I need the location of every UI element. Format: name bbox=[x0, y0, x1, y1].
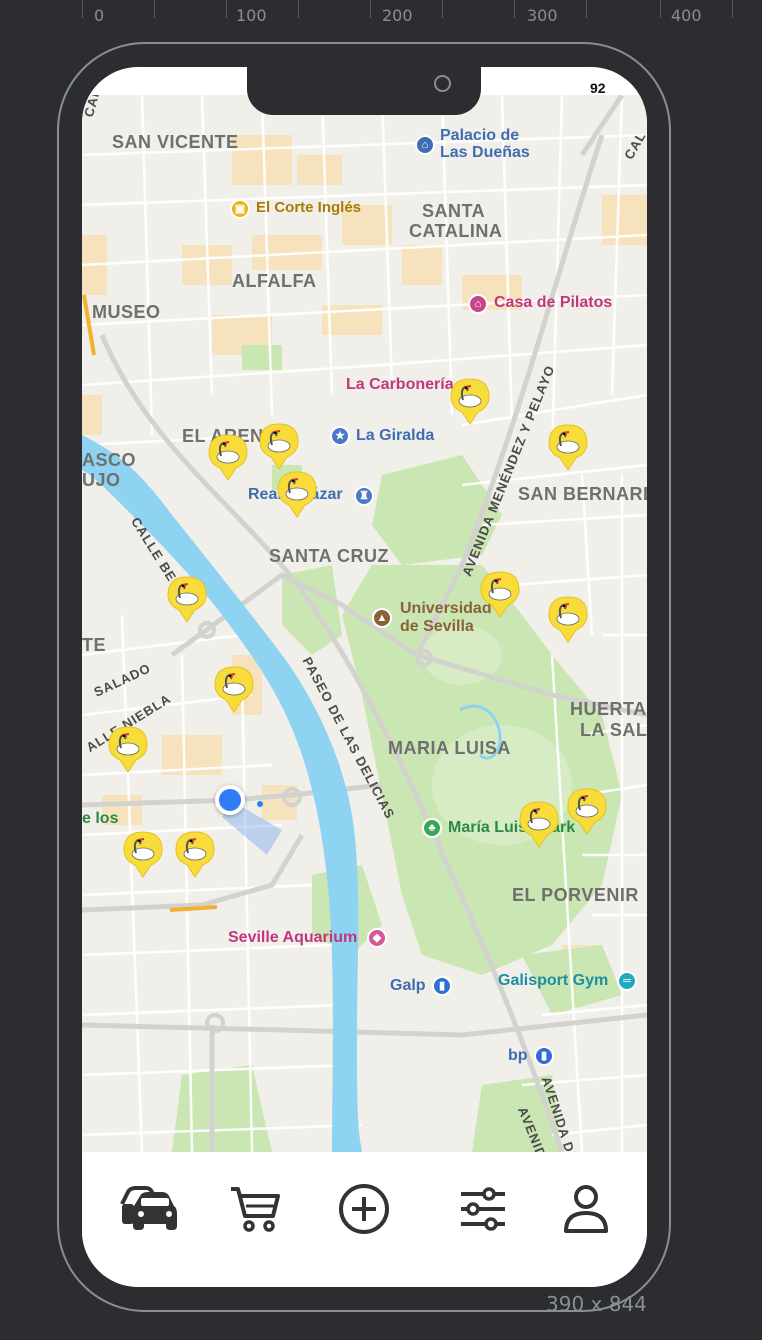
district-label: ASCO bbox=[82, 450, 137, 470]
car-marker[interactable] bbox=[449, 377, 491, 425]
tab-cart[interactable] bbox=[220, 1174, 290, 1244]
ruler-tick bbox=[442, 0, 443, 18]
district-label: SAN VICENTE bbox=[112, 132, 239, 152]
swan-icon bbox=[108, 726, 148, 773]
car-marker[interactable] bbox=[518, 800, 560, 848]
swan-icon bbox=[208, 434, 248, 481]
poi-el-corte-ingles[interactable]: El Corte Inglés bbox=[256, 200, 361, 216]
district-label: HUERTAS bbox=[570, 699, 647, 719]
sliders-icon bbox=[461, 1187, 505, 1231]
device-dimensions: 390 x 844 bbox=[546, 1292, 647, 1316]
swan-icon bbox=[277, 471, 317, 518]
car-marker[interactable] bbox=[566, 787, 608, 835]
district-label: LA SALU bbox=[580, 720, 647, 740]
car-marker[interactable] bbox=[479, 570, 521, 618]
tab-add[interactable] bbox=[329, 1174, 399, 1244]
ruler-tick bbox=[154, 0, 155, 18]
ruler-tick bbox=[226, 0, 227, 18]
car-marker[interactable] bbox=[547, 423, 589, 471]
bottom-tab-bar bbox=[82, 1152, 647, 1287]
shopping-bag-icon: ▣ bbox=[230, 199, 250, 219]
ruler-tick bbox=[732, 0, 733, 18]
district-label: MARIA LUISA bbox=[388, 738, 511, 758]
district-label: SAN BERNARDO bbox=[518, 484, 647, 504]
car-marker[interactable] bbox=[547, 595, 589, 643]
ruler-tick bbox=[660, 0, 661, 18]
poi-la-giralda[interactable]: La Giralda bbox=[356, 427, 434, 445]
car-marker[interactable] bbox=[122, 830, 164, 878]
district-label: SANTA bbox=[422, 201, 486, 221]
district-label: ALFALFA bbox=[232, 271, 317, 291]
tab-filters[interactable] bbox=[448, 1174, 518, 1244]
swan-icon bbox=[175, 831, 215, 878]
swan-icon bbox=[259, 423, 299, 470]
car-marker[interactable] bbox=[174, 830, 216, 878]
car-marker[interactable] bbox=[107, 725, 149, 773]
car-marker[interactable] bbox=[276, 470, 318, 518]
ruler-label: 400 bbox=[671, 6, 702, 25]
ruler-label: 300 bbox=[527, 6, 558, 25]
swan-icon bbox=[519, 801, 559, 848]
car-icon bbox=[120, 1186, 177, 1230]
swan-icon bbox=[123, 831, 163, 878]
camera-icon bbox=[434, 75, 451, 92]
museum-icon: ⌂ bbox=[468, 294, 488, 314]
ruler-tick bbox=[514, 0, 515, 18]
car-marker[interactable] bbox=[207, 433, 249, 481]
gas-station-icon: ▮ bbox=[432, 976, 452, 996]
map-view[interactable]: SAN VICENTE SANTA CATALINA ALFALFA MUSEO… bbox=[82, 95, 647, 1152]
poi-de-sevilla[interactable]: de Sevilla bbox=[400, 618, 474, 636]
ruler-tick bbox=[82, 0, 83, 18]
add-circle-icon bbox=[339, 1184, 389, 1234]
ruler-label: 200 bbox=[382, 6, 413, 25]
gas-station-icon: ▮ bbox=[534, 1046, 554, 1066]
poi-galp[interactable]: Galp bbox=[390, 977, 426, 995]
car-marker[interactable] bbox=[166, 575, 208, 623]
ruler-label: 100 bbox=[236, 6, 267, 25]
poi-palacio-de-las-duenas[interactable]: Palacio de Las Dueñas bbox=[440, 127, 530, 162]
user-icon bbox=[564, 1185, 608, 1233]
tab-profile[interactable] bbox=[551, 1174, 621, 1244]
district-label: CATALINA bbox=[409, 221, 503, 241]
tab-cars[interactable] bbox=[112, 1174, 182, 1244]
car-marker[interactable] bbox=[213, 665, 255, 713]
swan-icon bbox=[548, 596, 588, 643]
fish-icon: ◆ bbox=[367, 928, 387, 948]
poi-casa-de-pilatos[interactable]: Casa de Pilatos bbox=[494, 294, 612, 312]
phone-notch bbox=[247, 67, 481, 115]
district-label: UJO bbox=[82, 470, 121, 490]
palace-icon: ⌂ bbox=[415, 135, 435, 155]
poi-universidad[interactable]: Universidad bbox=[400, 600, 492, 618]
ruler: 0 100 200 300 400 bbox=[0, 0, 762, 28]
ruler-label: 0 bbox=[94, 6, 105, 25]
swan-icon bbox=[548, 424, 588, 471]
swan-icon bbox=[167, 576, 207, 623]
poi-galisport-gym[interactable]: Galisport Gym bbox=[498, 972, 608, 990]
swan-icon bbox=[480, 571, 520, 618]
poi-bp[interactable]: bp bbox=[508, 1047, 528, 1065]
district-label: EL PORVENIR bbox=[512, 885, 639, 905]
poi-de-los[interactable]: e los bbox=[82, 810, 118, 828]
dumbbell-icon: ═ bbox=[617, 971, 637, 991]
swan-icon bbox=[567, 788, 607, 835]
ruler-tick bbox=[586, 0, 587, 18]
battery-level: 92 bbox=[590, 80, 606, 96]
phone-screen: SAN VICENTE SANTA CATALINA ALFALFA MUSEO… bbox=[82, 67, 647, 1287]
tree-icon: ♣ bbox=[422, 818, 442, 838]
cart-icon bbox=[231, 1187, 280, 1232]
district-label: MUSEO bbox=[92, 302, 161, 322]
current-location-dot bbox=[215, 785, 245, 815]
ruler-tick bbox=[370, 0, 371, 18]
castle-icon: ♜ bbox=[354, 486, 374, 506]
swan-icon bbox=[214, 666, 254, 713]
car-marker[interactable] bbox=[258, 422, 300, 470]
poi-la-carboneria[interactable]: La Carbonería bbox=[346, 376, 454, 394]
swan-icon bbox=[450, 378, 490, 425]
poi-seville-aquarium[interactable]: Seville Aquarium bbox=[228, 929, 357, 947]
district-label: SANTA CRUZ bbox=[269, 546, 389, 566]
ruler-tick bbox=[298, 0, 299, 18]
graduation-cap-icon: ▲ bbox=[372, 608, 392, 628]
star-icon: ★ bbox=[330, 426, 350, 446]
district-label: TE bbox=[82, 635, 107, 655]
